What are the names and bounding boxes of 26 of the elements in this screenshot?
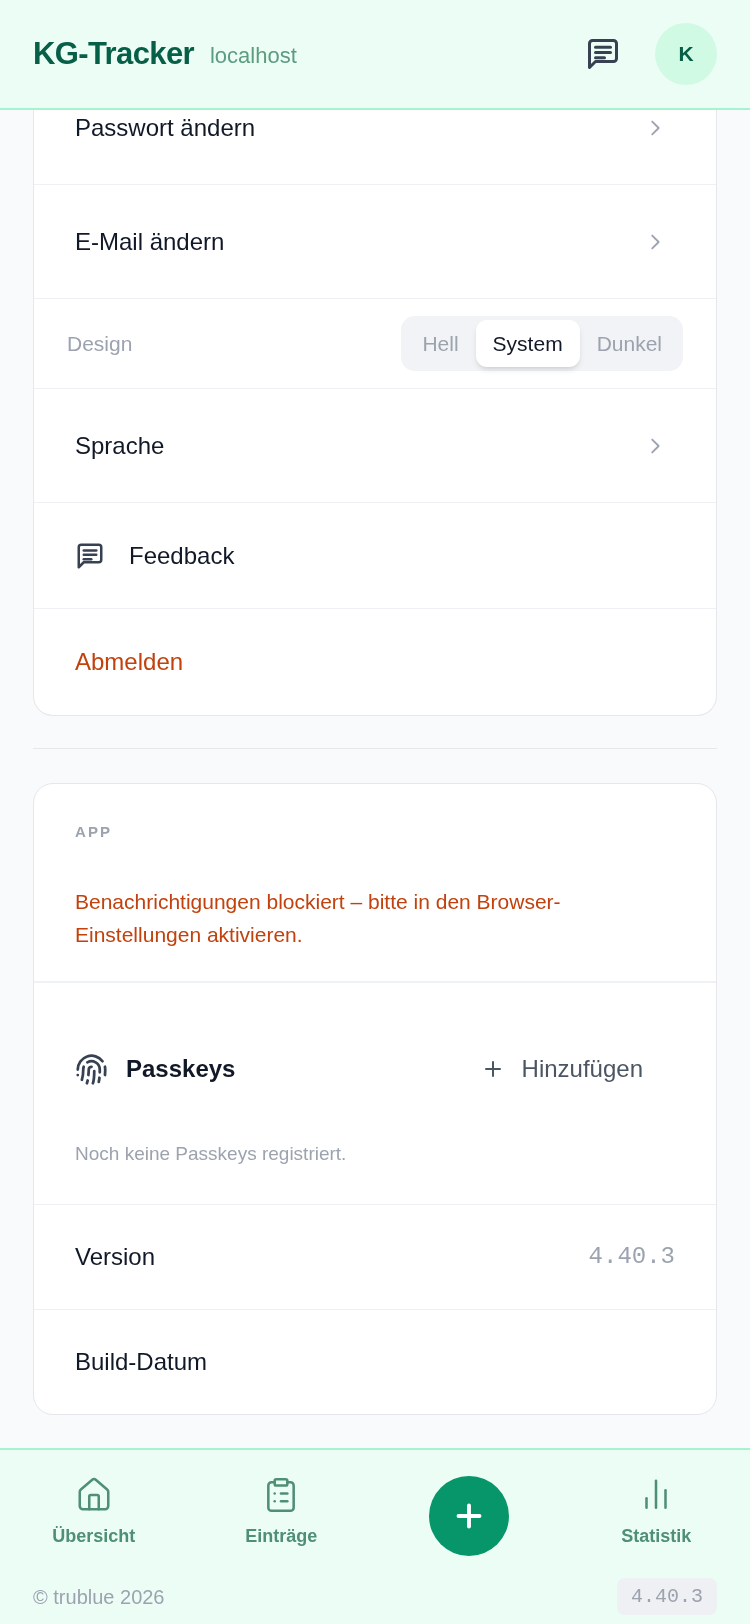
sign-out-item[interactable]: Abmelden [34, 609, 716, 715]
segmented-control[interactable]: Hell System Dunkel [401, 316, 683, 371]
fingerprint-icon [75, 1052, 108, 1086]
settings-item[interactable]: Feedback [34, 503, 716, 609]
segment-tab[interactable]: System [475, 320, 580, 367]
warning-message: Benachrichtigungen blockiert – bitte in den Browser-Einstellungen aktivieren. [75, 889, 562, 948]
copyright-text: © trublue 2026 [33, 1584, 165, 1610]
add-button[interactable]: Hinzufügen [468, 1050, 655, 1088]
settings-item[interactable]: Sprache [34, 389, 716, 503]
avatar-button[interactable]: K [655, 23, 717, 85]
settings-item[interactable]: E-Mail ändern [34, 185, 716, 299]
empty-state-text: Noch keine Passkeys registriert. [75, 1142, 347, 1166]
section-heading: APP [75, 823, 113, 841]
host-label: localhost [209, 42, 297, 70]
version-value: 4.40.3 [588, 1242, 675, 1272]
nav-tab[interactable]: Übersicht [52, 1476, 136, 1548]
settings-item[interactable]: Passwort ändern [34, 110, 716, 185]
nav-tab[interactable]: Einträge [245, 1476, 318, 1548]
version-badge: 4.40.3 [617, 1578, 717, 1615]
info-label: Build-Datum [75, 1347, 208, 1377]
setting-label: Design [67, 330, 133, 357]
section-title: Passkeys [126, 1054, 236, 1084]
info-label: Version [75, 1242, 156, 1272]
speech-bubble-icon[interactable] [585, 36, 621, 72]
nav-tab[interactable]: Statistik [621, 1476, 692, 1548]
app-title: KG-Tracker [33, 35, 194, 73]
